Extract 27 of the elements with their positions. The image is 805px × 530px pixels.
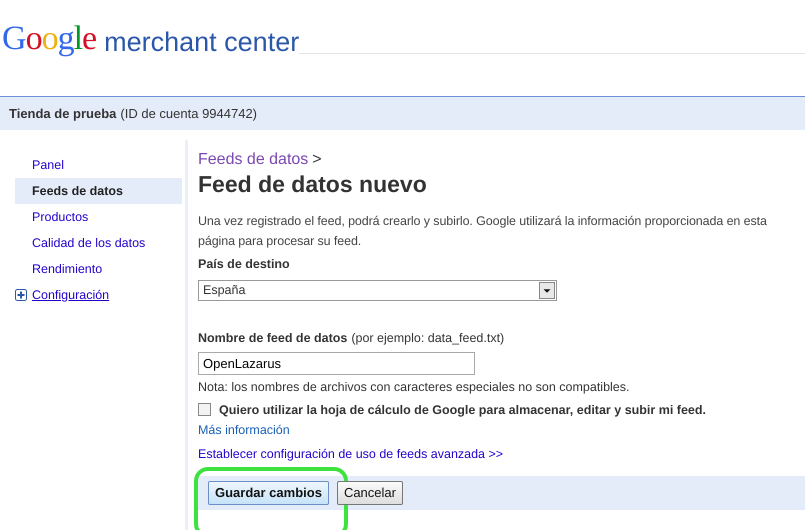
account-id: (ID de cuenta 9944742)	[120, 104, 258, 123]
google-logo: Google	[2, 22, 96, 56]
sidebar-item[interactable]: Feeds de datos	[15, 178, 182, 204]
sidebar-item[interactable]: Rendimiento	[15, 256, 182, 282]
store-name: Tienda de prueba	[9, 104, 116, 123]
field-label: País de destino	[198, 256, 291, 274]
sidebar-item[interactable]: Configuración	[15, 282, 182, 308]
feed-name-field[interactable]: OpenLazarus	[198, 352, 475, 375]
advanced-settings-link[interactable]: Establecer configuración de uso de feeds avanzada >>	[198, 447, 504, 462]
cancel-button[interactable]: Cancelar	[336, 481, 403, 505]
country-select[interactable]: España	[198, 280, 557, 302]
breadcrumb-separator: >	[312, 150, 322, 170]
save-button[interactable]: Guardar cambios	[208, 481, 329, 505]
sidebar-item[interactable]: Productos	[15, 204, 182, 230]
intro-text: Una vez registrado el feed, podrá crearlo y subirlo. Google utilizará la información proporcionada en esta página para procesar su feed.	[198, 213, 768, 250]
product-name: merchant center	[104, 29, 300, 56]
field-label: Nombre de feed de datos	[198, 330, 348, 348]
expand-icon[interactable]	[15, 289, 27, 301]
breadcrumb-link[interactable]: Feeds de datos	[198, 148, 308, 172]
field-hint: (por ejemplo: data_feed.txt)	[351, 330, 504, 348]
sidebar-item[interactable]: Panel	[15, 152, 182, 178]
page-title: Feed de datos nuevo	[198, 172, 428, 198]
checkbox[interactable]	[198, 403, 211, 416]
note-text: Nota: los nombres de archivos con caracteres especiales no son compatibles.	[198, 378, 630, 396]
more-info-link[interactable]: Más información	[198, 423, 290, 438]
checkbox-label: Quiero utilizar la hoja de cálculo de Google para almacenar, editar y subir mi feed.	[219, 402, 706, 419]
sidebar-item[interactable]: Calidad de los datos	[15, 230, 182, 256]
